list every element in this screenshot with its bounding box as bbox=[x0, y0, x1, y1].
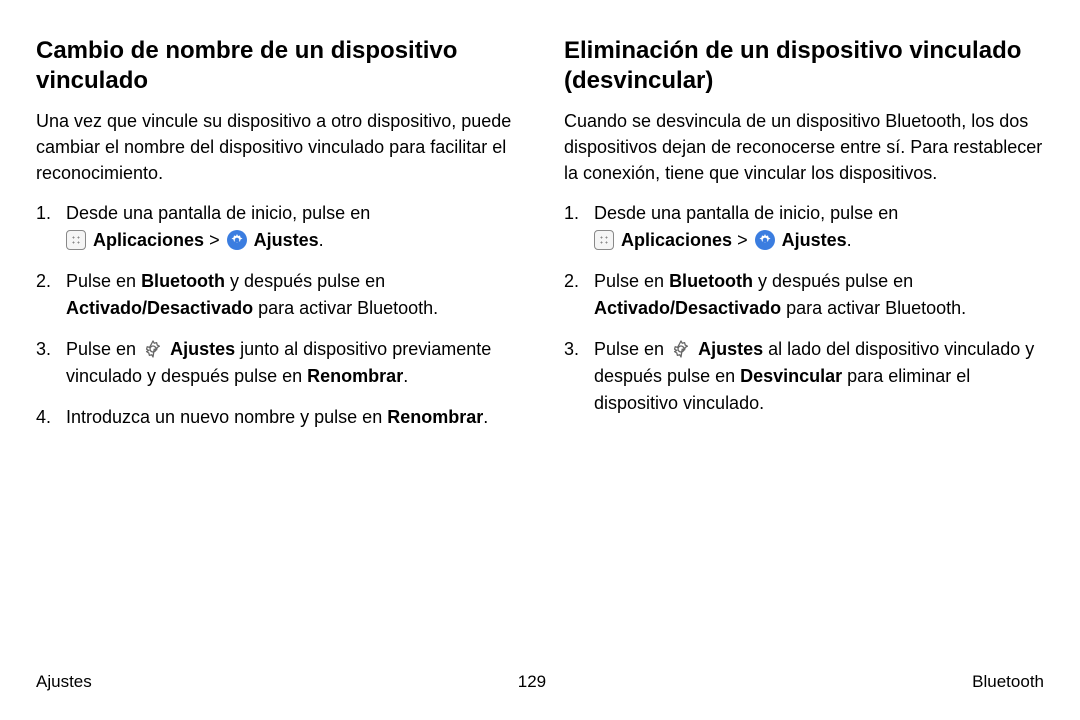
settings-label: Ajustes bbox=[254, 230, 319, 250]
t: Bluetooth bbox=[141, 271, 225, 291]
settings-gear-icon bbox=[227, 230, 247, 250]
t: Renombrar bbox=[387, 407, 483, 427]
apps-icon bbox=[594, 230, 614, 250]
left-step-1: Desde una pantalla de inicio, pulse en A… bbox=[36, 200, 516, 254]
step-text: Desde una pantalla de inicio, pulse en bbox=[594, 203, 898, 223]
t: Ajustes bbox=[698, 339, 763, 359]
footer-page-number: 129 bbox=[518, 672, 546, 692]
gear-outline-icon bbox=[143, 339, 163, 359]
t: Pulse en bbox=[66, 271, 141, 291]
settings-label: Ajustes bbox=[782, 230, 847, 250]
period: . bbox=[319, 230, 324, 250]
angle-bracket: > bbox=[737, 230, 748, 250]
page-footer: Ajustes 129 Bluetooth bbox=[36, 662, 1044, 692]
t: . bbox=[483, 407, 488, 427]
gear-outline-icon bbox=[671, 339, 691, 359]
right-heading: Eliminación de un dispositivo vinculado … bbox=[564, 36, 1044, 96]
footer-left: Ajustes bbox=[36, 672, 92, 692]
right-step-2: Pulse en Bluetooth y después pulse en Ac… bbox=[564, 268, 1044, 322]
footer-right: Bluetooth bbox=[972, 672, 1044, 692]
apps-label: Aplicaciones bbox=[93, 230, 204, 250]
right-step-1: Desde una pantalla de inicio, pulse en A… bbox=[564, 200, 1044, 254]
step-text: Desde una pantalla de inicio, pulse en bbox=[66, 203, 370, 223]
right-column: Eliminación de un dispositivo vinculado … bbox=[564, 36, 1044, 662]
t: Renombrar bbox=[307, 366, 403, 386]
right-step-3: Pulse en Ajustes al lado del dispositivo… bbox=[564, 336, 1044, 417]
t: para activar Bluetooth. bbox=[253, 298, 438, 318]
t: Activado/Desactivado bbox=[594, 298, 781, 318]
period: . bbox=[847, 230, 852, 250]
t: Pulse en bbox=[594, 271, 669, 291]
left-heading: Cambio de nombre de un dispositivo vincu… bbox=[36, 36, 516, 96]
right-intro: Cuando se desvincula de un dispositivo B… bbox=[564, 108, 1044, 186]
t: y después pulse en bbox=[753, 271, 913, 291]
t: para activar Bluetooth. bbox=[781, 298, 966, 318]
t: y después pulse en bbox=[225, 271, 385, 291]
left-step-4: Introduzca un nuevo nombre y pulse en Re… bbox=[36, 404, 516, 431]
left-column: Cambio de nombre de un dispositivo vincu… bbox=[36, 36, 516, 662]
left-intro: Una vez que vincule su dispositivo a otr… bbox=[36, 108, 516, 186]
left-step-3: Pulse en Ajustes junto al dispositivo pr… bbox=[36, 336, 516, 390]
right-steps: Desde una pantalla de inicio, pulse en A… bbox=[564, 200, 1044, 417]
t: Bluetooth bbox=[669, 271, 753, 291]
settings-gear-icon bbox=[755, 230, 775, 250]
angle-bracket: > bbox=[209, 230, 220, 250]
t: Pulse en bbox=[66, 339, 141, 359]
apps-label: Aplicaciones bbox=[621, 230, 732, 250]
t: Introduzca un nuevo nombre y pulse en bbox=[66, 407, 387, 427]
t: Pulse en bbox=[594, 339, 669, 359]
left-steps: Desde una pantalla de inicio, pulse en A… bbox=[36, 200, 516, 431]
t: Activado/Desactivado bbox=[66, 298, 253, 318]
t: Ajustes bbox=[170, 339, 235, 359]
t: Desvincular bbox=[740, 366, 842, 386]
left-step-2: Pulse en Bluetooth y después pulse en Ac… bbox=[36, 268, 516, 322]
apps-icon bbox=[66, 230, 86, 250]
t: . bbox=[403, 366, 408, 386]
